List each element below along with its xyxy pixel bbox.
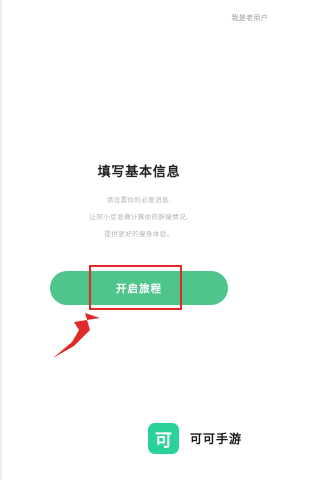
highlight-box [89, 265, 182, 310]
existing-user-link[interactable]: 我是老用户 [232, 13, 269, 23]
description-line-1: 请设置你的必要消息, [106, 196, 172, 204]
left-edge-divider [0, 0, 2, 480]
page: 我是老用户 填写基本信息 请设置你的必要消息, 让阿小豆准确计算你的胖瘦情况, … [0, 0, 278, 480]
page-title: 填写基本信息 [97, 165, 181, 180]
brand-watermark: 可 可可手游 [148, 422, 242, 454]
brand-name: 可可手游 [190, 431, 243, 446]
description-line-2: 让阿小豆准确计算你的胖瘦情况, [89, 213, 189, 221]
annotation-arrow-shape [53, 313, 100, 358]
description-line-3: 提供更好的瘦身体验。 [104, 230, 174, 238]
brand-logo-icon: 可 [148, 422, 179, 454]
annotation-arrow-icon [53, 313, 100, 358]
